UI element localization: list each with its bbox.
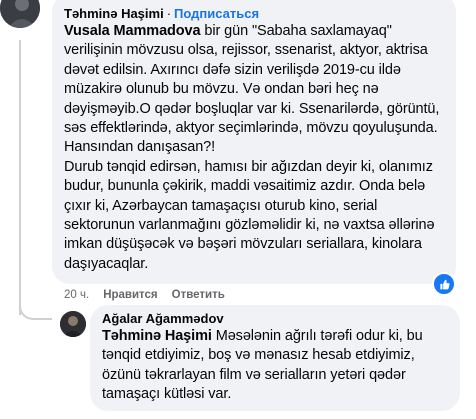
reply-avatar-image bbox=[60, 311, 86, 337]
follow-button[interactable]: Подписаться bbox=[174, 6, 259, 21]
comment-timestamp[interactable]: 20 ч. bbox=[64, 289, 89, 301]
like-button[interactable]: Нравится bbox=[103, 289, 157, 301]
thread-line bbox=[19, 40, 21, 315]
separator-dot: · bbox=[166, 6, 172, 21]
comment-header: Təhminə Haşimi · Подписаться bbox=[64, 6, 444, 22]
comment-actions: 20 ч. Нравится Ответить bbox=[64, 289, 225, 301]
comment-text: Vusala Mammadova bir gün "Sabaha saxlama… bbox=[64, 22, 444, 274]
mention-link[interactable]: Vusala Mammadova bbox=[64, 23, 201, 39]
reply-avatar[interactable] bbox=[60, 311, 86, 337]
reply-mention-link[interactable]: Təhminə Haşimi bbox=[102, 328, 212, 344]
like-icon[interactable] bbox=[432, 272, 456, 296]
avatar-image bbox=[0, 0, 40, 28]
reply-button[interactable]: Ответить bbox=[172, 289, 225, 301]
comment-paragraph-1: bir gün "Sabaha saxlamayaq" verilişinin … bbox=[64, 23, 440, 156]
reply-bubble: Ağalar Ağammədov Təhminə Haşimi Məsələni… bbox=[90, 305, 460, 411]
comment-bubble: Təhminə Haşimi · Подписаться Vusala Mamm… bbox=[52, 0, 456, 284]
comment-paragraph-2: Durub tənqid edirsən, hamısı bir ağızdan… bbox=[64, 158, 435, 272]
thread-connector bbox=[19, 300, 52, 320]
reply-author[interactable]: Ağalar Ağammədov bbox=[102, 311, 448, 327]
comment-author[interactable]: Təhminə Haşimi bbox=[64, 6, 164, 22]
thumbs-up-icon bbox=[439, 279, 450, 289]
avatar[interactable] bbox=[0, 0, 40, 28]
reply-text: Təhminə Haşimi Məsələnin ağrılı tərəfi o… bbox=[102, 327, 448, 405]
